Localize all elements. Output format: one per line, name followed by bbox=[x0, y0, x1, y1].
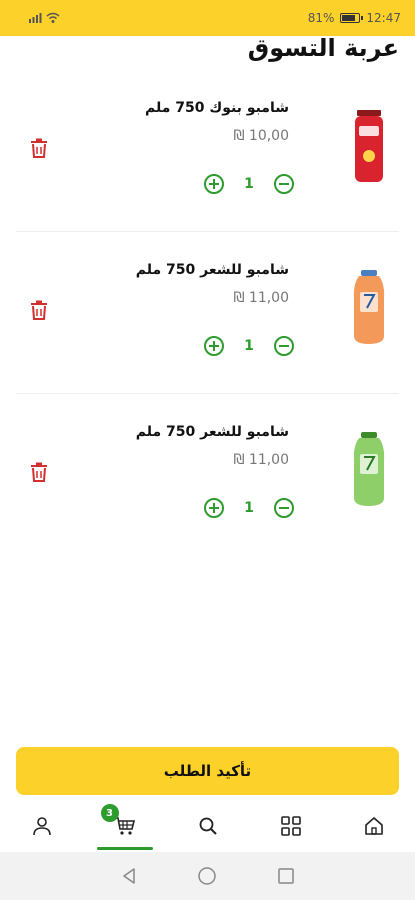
increase-quantity-button[interactable] bbox=[204, 174, 224, 194]
recent-apps-icon[interactable] bbox=[277, 867, 295, 885]
cart-icon bbox=[114, 817, 135, 835]
decrease-quantity-button[interactable] bbox=[274, 336, 294, 356]
decrease-quantity-button[interactable] bbox=[274, 174, 294, 194]
system-nav-bar bbox=[0, 852, 415, 900]
cart-list: شامبو بنوك 750 ملم 10,00 ₪ 1 شامبو للشعر… bbox=[16, 70, 399, 556]
nav-home[interactable] bbox=[344, 802, 404, 850]
home-circle-icon[interactable] bbox=[197, 866, 217, 886]
status-left bbox=[28, 12, 60, 24]
page-title: عربة التسوق bbox=[247, 34, 399, 62]
categories-icon bbox=[280, 816, 301, 836]
cart-count-badge: 3 bbox=[100, 804, 119, 822]
trash-icon[interactable] bbox=[30, 300, 48, 320]
product-name: شامبو للشعر 750 ملم bbox=[135, 262, 289, 278]
product-price: 11,00 ₪ bbox=[233, 290, 289, 306]
increase-quantity-button[interactable] bbox=[204, 336, 224, 356]
cart-item: شامبو بنوك 750 ملم 10,00 ₪ 1 bbox=[16, 70, 399, 232]
product-price: 10,00 ₪ bbox=[233, 128, 289, 144]
bottom-nav: 3 bbox=[0, 800, 415, 852]
profile-icon bbox=[32, 817, 51, 836]
increase-quantity-button[interactable] bbox=[204, 498, 224, 518]
home-icon bbox=[364, 817, 383, 835]
battery-percent: 81% bbox=[307, 11, 335, 25]
sim-icon bbox=[29, 13, 42, 23]
decrease-quantity-button[interactable] bbox=[274, 498, 294, 518]
cart-item: شامبو للشعر 750 ملم 11,00 ₪ 1 bbox=[16, 232, 399, 394]
product-image[interactable] bbox=[349, 432, 389, 508]
quantity-stepper: 1 bbox=[204, 174, 294, 194]
back-icon[interactable] bbox=[120, 867, 138, 885]
product-image[interactable] bbox=[349, 270, 389, 346]
cart-item: شامبو للشعر 750 ملم 11,00 ₪ 1 bbox=[16, 394, 399, 556]
product-price: 11,00 ₪ bbox=[233, 452, 289, 468]
search-icon bbox=[199, 817, 217, 835]
quantity-stepper: 1 bbox=[204, 498, 294, 518]
status-bar: 81% 12:47 bbox=[0, 0, 415, 36]
clock: 12:47 bbox=[366, 11, 401, 25]
wifi-icon bbox=[46, 12, 60, 23]
nav-search[interactable] bbox=[178, 802, 238, 850]
status-right: 81% 12:47 bbox=[308, 11, 401, 25]
battery-icon bbox=[340, 13, 364, 23]
quantity-stepper: 1 bbox=[204, 336, 294, 356]
product-name: شامبو بنوك 750 ملم bbox=[145, 100, 289, 116]
quantity-value: 1 bbox=[244, 176, 254, 192]
product-name: شامبو للشعر 750 ملم bbox=[135, 424, 289, 440]
nav-profile[interactable] bbox=[12, 802, 72, 850]
confirm-order-button[interactable]: تأكيد الطلب bbox=[16, 747, 399, 795]
nav-categories[interactable] bbox=[261, 802, 321, 850]
trash-icon[interactable] bbox=[30, 462, 48, 482]
nav-cart[interactable]: 3 bbox=[95, 802, 155, 850]
quantity-value: 1 bbox=[244, 500, 254, 516]
confirm-order-label: تأكيد الطلب bbox=[163, 762, 252, 780]
quantity-value: 1 bbox=[244, 338, 254, 354]
trash-icon[interactable] bbox=[30, 138, 48, 158]
product-image[interactable] bbox=[349, 108, 389, 184]
